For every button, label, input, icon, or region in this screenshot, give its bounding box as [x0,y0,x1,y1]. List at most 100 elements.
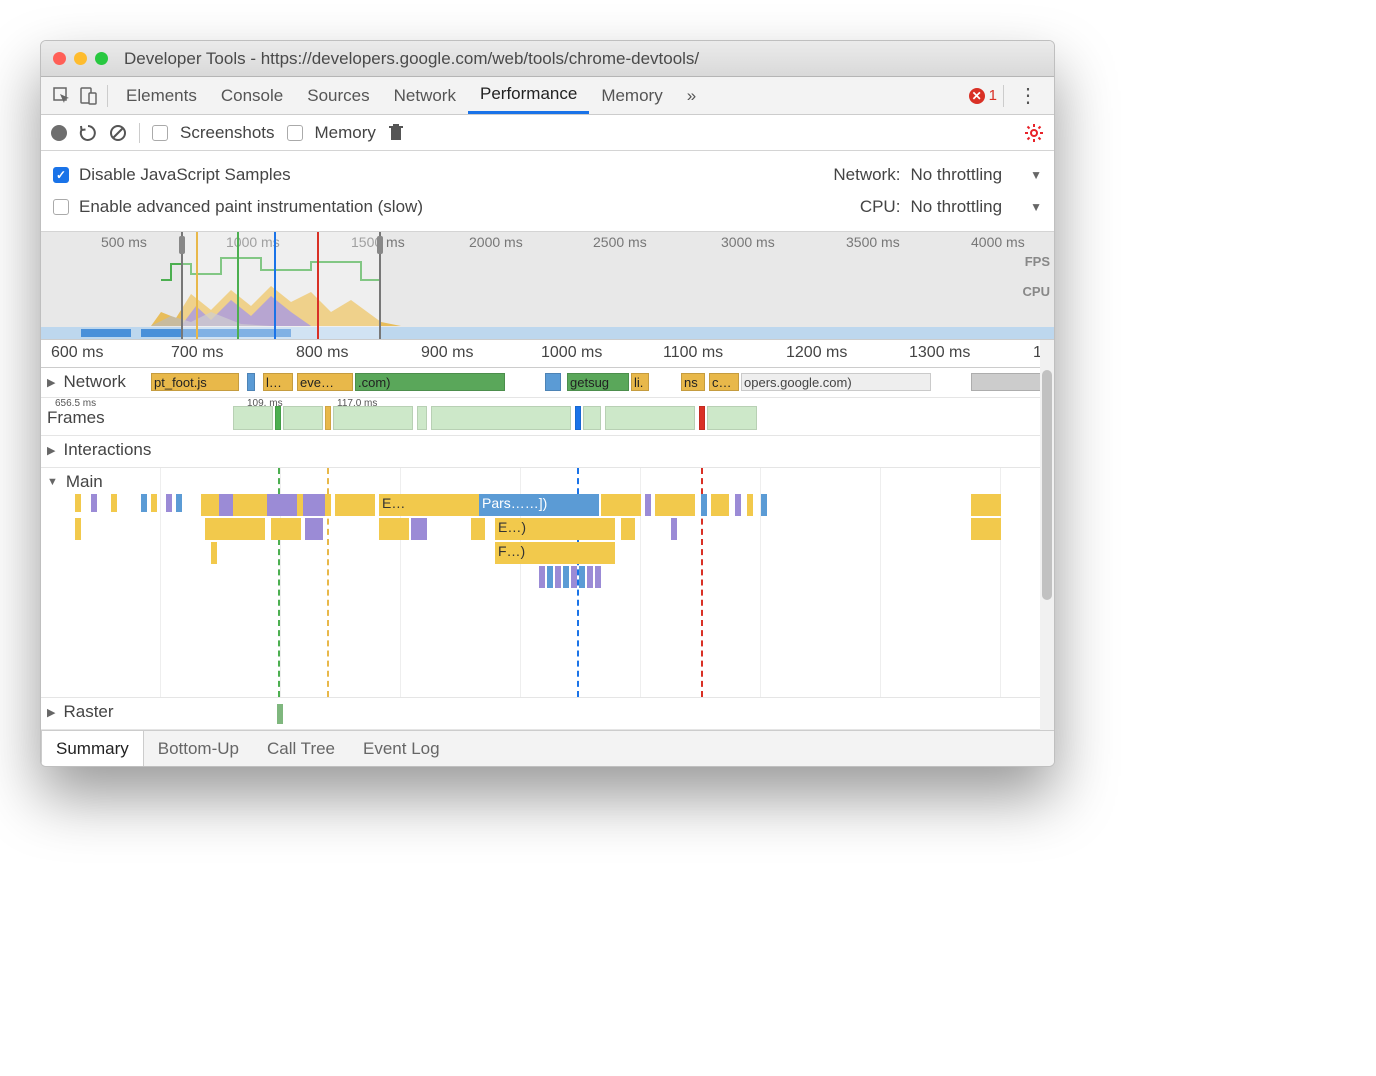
network-track[interactable]: Network pt_foot.js l… eve… .com) getsug … [41,368,1054,398]
clear-icon[interactable] [109,124,127,142]
tab-sources[interactable]: Sources [295,77,381,114]
frame-bar[interactable] [431,406,571,430]
tab-performance[interactable]: Performance [468,77,589,114]
network-request[interactable]: eve… [297,373,353,391]
tab-network[interactable]: Network [382,77,468,114]
disable-js-checkbox[interactable] [53,167,69,183]
flame-chart[interactable]: 600 ms 700 ms 800 ms 900 ms 1000 ms 1100… [41,340,1054,730]
task[interactable] [305,518,323,540]
frame-bar[interactable] [707,406,757,430]
frame-bar[interactable] [233,406,273,430]
more-icon[interactable]: ⋮ [1010,83,1046,108]
network-request[interactable]: getsug [567,373,629,391]
scrollbar-thumb[interactable] [1042,370,1052,600]
task[interactable]: E…) [495,518,615,540]
task[interactable] [555,566,561,588]
error-badge[interactable]: ✕ 1 [969,87,997,104]
cpu-throttling-select[interactable]: No throttling ▼ [910,197,1042,217]
task[interactable] [75,518,81,540]
frame-bar[interactable] [699,406,705,430]
task[interactable] [601,494,641,516]
task[interactable] [471,518,485,540]
network-request[interactable]: pt_foot.js [151,373,239,391]
interactions-track-header[interactable]: Interactions [47,440,151,460]
task[interactable] [141,494,147,512]
device-mode-icon[interactable] [75,83,101,109]
enable-paint-checkbox[interactable] [53,199,69,215]
task[interactable] [645,494,651,516]
overview-selection[interactable] [181,232,381,339]
frame-bar[interactable] [575,406,581,430]
task[interactable] [971,494,1001,516]
frame-bar[interactable] [333,406,413,430]
tab-summary[interactable]: Summary [41,731,144,766]
task[interactable] [205,518,265,540]
task[interactable] [411,518,427,540]
main-track-header[interactable]: Main [47,472,103,492]
task[interactable] [75,494,81,512]
task[interactable] [971,518,1001,540]
reload-icon[interactable] [79,124,97,142]
frames-track[interactable]: Frames 656.5 ms 109. ms 117.0 ms [41,398,1054,436]
task[interactable] [595,566,601,588]
task[interactable] [176,494,182,512]
tab-bottom-up[interactable]: Bottom-Up [144,731,253,766]
task[interactable] [151,494,157,512]
network-request[interactable]: .com) [355,373,505,391]
memory-checkbox[interactable] [287,125,303,141]
task[interactable] [735,494,741,516]
tab-memory[interactable]: Memory [589,77,674,114]
network-request[interactable]: c… [709,373,739,391]
frame-bar[interactable] [325,406,331,430]
interactions-track[interactable]: Interactions [41,436,1054,468]
overview-timeline[interactable]: 500 ms 1000 ms 1500 ms 2000 ms 2500 ms 3… [41,232,1054,340]
task[interactable] [571,566,577,588]
tab-console[interactable]: Console [209,77,295,114]
task[interactable] [563,566,569,588]
network-request[interactable]: li. [631,373,649,391]
task[interactable] [271,518,301,540]
network-request[interactable] [247,373,255,391]
network-track-header[interactable]: Network [47,372,126,392]
task[interactable] [166,494,172,512]
zoom-icon[interactable] [95,52,108,65]
task[interactable] [761,494,767,516]
task[interactable] [219,494,233,516]
main-track[interactable]: Main E… Pars……]) [41,468,1054,698]
task[interactable] [211,542,217,564]
tab-call-tree[interactable]: Call Tree [253,731,349,766]
frame-bar[interactable] [605,406,695,430]
task[interactable]: E… [379,494,479,516]
raster-task[interactable] [277,704,283,724]
network-request[interactable] [545,373,561,391]
tab-elements[interactable]: Elements [114,77,209,114]
minimize-icon[interactable] [74,52,87,65]
raster-track-header[interactable]: Raster [47,702,114,722]
task[interactable] [335,494,375,516]
task[interactable] [539,566,545,588]
frame-bar[interactable] [417,406,427,430]
vertical-scrollbar[interactable] [1040,340,1054,730]
task[interactable] [379,518,409,540]
task[interactable] [579,566,585,588]
task[interactable] [655,494,695,516]
frames-track-header[interactable]: Frames [47,408,105,428]
close-icon[interactable] [53,52,66,65]
task[interactable] [91,494,97,512]
task[interactable] [303,494,325,516]
trash-icon[interactable] [388,124,404,142]
raster-track[interactable]: Raster [41,698,1054,730]
selection-handle-right[interactable] [377,236,383,254]
task[interactable] [111,494,117,512]
record-button[interactable] [51,125,67,141]
frame-bar[interactable] [283,406,323,430]
task[interactable] [711,494,729,516]
network-request[interactable]: ns [681,373,705,391]
task[interactable] [587,566,593,588]
network-request[interactable]: opers.google.com) [741,373,931,391]
frame-bar[interactable] [275,406,281,430]
task[interactable] [547,566,553,588]
task[interactable] [671,518,677,540]
inspect-icon[interactable] [49,83,75,109]
network-request[interactable] [971,373,1041,391]
